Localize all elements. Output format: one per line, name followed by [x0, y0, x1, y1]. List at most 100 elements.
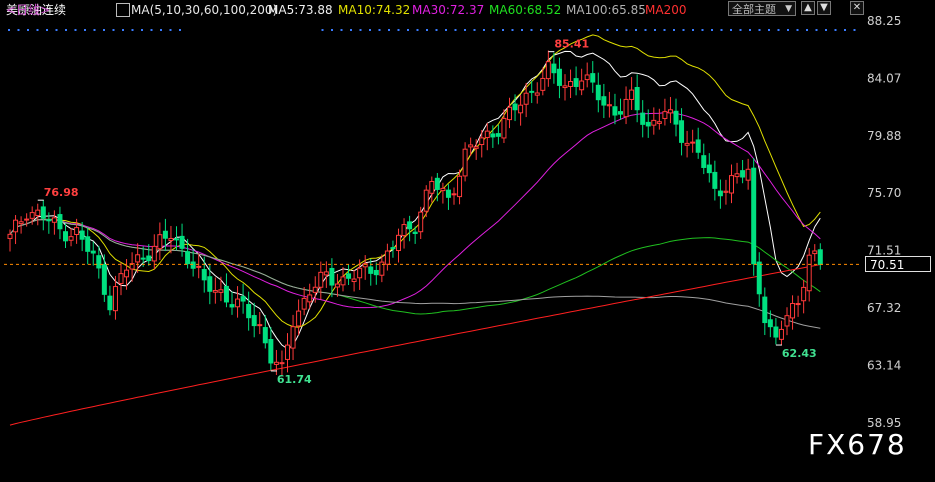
candle-body[interactable]: [201, 269, 207, 281]
candle-body[interactable]: [185, 251, 191, 265]
candle-body[interactable]: [112, 286, 118, 312]
candle-body[interactable]: [440, 187, 446, 192]
candle-body[interactable]: [135, 254, 141, 263]
candle-body[interactable]: [340, 276, 346, 286]
candle-body[interactable]: [223, 285, 229, 303]
candle-body[interactable]: [756, 261, 762, 295]
candle-body[interactable]: [468, 144, 474, 148]
candle-body[interactable]: [412, 231, 418, 235]
candle-body[interactable]: [695, 139, 701, 153]
candle-body[interactable]: [290, 326, 296, 349]
candle-body[interactable]: [479, 137, 485, 146]
candle-body[interactable]: [751, 167, 757, 265]
candle-body[interactable]: [806, 254, 812, 292]
candle-body[interactable]: [401, 224, 407, 237]
candle-body[interactable]: [662, 111, 668, 119]
candle-body[interactable]: [240, 296, 246, 302]
candle-body[interactable]: [473, 146, 479, 149]
candle-body[interactable]: [29, 212, 35, 219]
candle-body[interactable]: [634, 87, 640, 111]
candle-body[interactable]: [368, 266, 374, 274]
candle-body[interactable]: [762, 296, 768, 324]
candle-body[interactable]: [24, 218, 30, 221]
candle-body[interactable]: [373, 269, 379, 276]
candle-body[interactable]: [767, 319, 773, 328]
candle-body[interactable]: [445, 189, 451, 198]
candle-body[interactable]: [673, 110, 679, 125]
candle-body[interactable]: [174, 238, 179, 241]
candle-body[interactable]: [390, 247, 396, 250]
candle-body[interactable]: [329, 267, 335, 286]
candle-body[interactable]: [612, 106, 618, 116]
candle-body[interactable]: [601, 96, 607, 106]
candle-body[interactable]: [568, 81, 574, 87]
candle-body[interactable]: [462, 148, 468, 177]
candle-body[interactable]: [218, 289, 224, 293]
candle-body[interactable]: [229, 304, 235, 308]
candle-body[interactable]: [207, 276, 213, 292]
candle-body[interactable]: [235, 298, 241, 308]
candle-body[interactable]: [13, 219, 19, 233]
candle-body[interactable]: [301, 297, 307, 310]
candle-body[interactable]: [307, 294, 313, 303]
candle-body[interactable]: [740, 170, 746, 178]
candle-body[interactable]: [501, 117, 507, 139]
candle-body[interactable]: [279, 362, 285, 365]
candle-body[interactable]: [495, 133, 501, 137]
close-button[interactable]: ✕: [850, 1, 864, 15]
candle-body[interactable]: [196, 265, 202, 268]
candle-body[interactable]: [68, 236, 74, 241]
candle-body[interactable]: [801, 286, 807, 302]
candle-body[interactable]: [212, 290, 218, 293]
candle-body[interactable]: [434, 177, 440, 190]
candle-body[interactable]: [573, 78, 579, 87]
theme-select[interactable]: 全部主题 ▼: [728, 1, 796, 16]
candle-body[interactable]: [101, 264, 107, 295]
candle-body[interactable]: [618, 111, 623, 115]
candle-body[interactable]: [251, 315, 257, 327]
scroll-down-button[interactable]: ▼: [817, 1, 831, 15]
ma-settings-icon[interactable]: [116, 3, 130, 17]
candle-body[interactable]: [79, 230, 85, 240]
candle-body[interactable]: [651, 119, 657, 126]
candle-body[interactable]: [124, 269, 130, 278]
candle-body[interactable]: [357, 267, 363, 279]
candle-body[interactable]: [773, 326, 779, 338]
candle-body[interactable]: [712, 171, 718, 189]
candle-body[interactable]: [179, 235, 185, 249]
candle-body[interactable]: [729, 175, 734, 194]
candle-body[interactable]: [351, 278, 357, 283]
candle-body[interactable]: [562, 85, 568, 89]
candle-body[interactable]: [584, 74, 590, 81]
candle-body[interactable]: [140, 257, 146, 260]
candle-body[interactable]: [540, 77, 546, 91]
candle-body[interactable]: [667, 109, 673, 114]
candle-body[interactable]: [656, 121, 662, 124]
candle-body[interactable]: [784, 315, 790, 327]
candle-body[interactable]: [423, 189, 429, 212]
candle-body[interactable]: [90, 250, 96, 254]
candle-body[interactable]: [795, 303, 801, 306]
candle-body[interactable]: [407, 221, 413, 230]
candle-body[interactable]: [518, 104, 524, 114]
candle-body[interactable]: [190, 261, 196, 269]
candle-body[interactable]: [57, 214, 63, 230]
candle-body[interactable]: [46, 219, 52, 222]
candle-body[interactable]: [579, 80, 585, 91]
candle-body[interactable]: [595, 84, 601, 101]
candle-body[interactable]: [429, 180, 435, 194]
scroll-up-button[interactable]: ▲: [801, 1, 815, 15]
candle-body[interactable]: [246, 303, 252, 319]
candle-body[interactable]: [812, 250, 818, 255]
candle-body[interactable]: [318, 271, 324, 288]
candle-body[interactable]: [629, 89, 635, 100]
candle-body[interactable]: [74, 227, 80, 235]
candle-body[interactable]: [606, 104, 612, 107]
candle-body[interactable]: [507, 106, 512, 121]
candle-body[interactable]: [396, 234, 401, 252]
candle-body[interactable]: [334, 283, 340, 288]
candle-body[interactable]: [285, 344, 290, 360]
candle-body[interactable]: [451, 193, 457, 196]
candlestick-chart[interactable]: 88.2584.0779.8875.7071.5167.3263.1458.95…: [0, 0, 935, 482]
candle-body[interactable]: [63, 231, 68, 242]
